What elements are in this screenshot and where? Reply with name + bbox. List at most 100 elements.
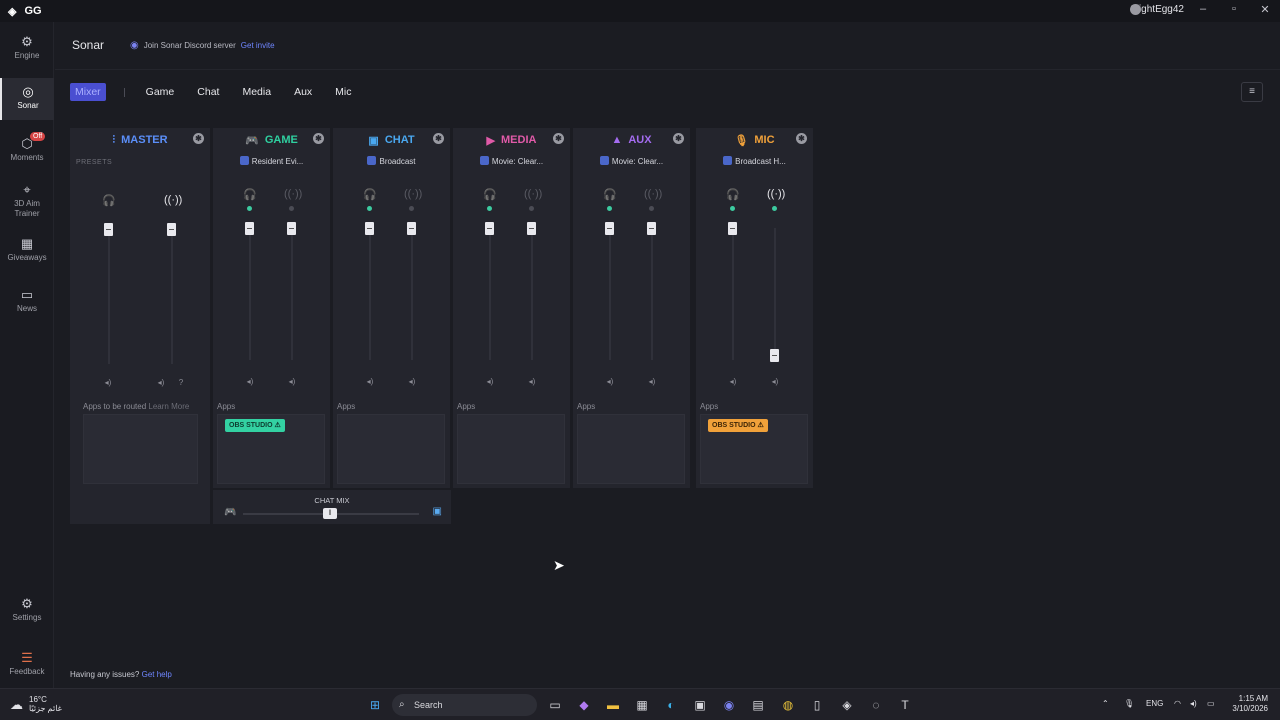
chat-monitor-slider-knob[interactable] — [365, 222, 374, 235]
apps-drop-zone[interactable] — [457, 414, 565, 484]
get-help-link[interactable]: Get help — [142, 670, 172, 679]
tab-chat[interactable]: Chat — [197, 86, 219, 98]
aux-settings-gear-icon[interactable]: ✱ — [673, 133, 684, 144]
language-indicator[interactable]: ENG — [1146, 699, 1163, 708]
chevron-up-icon[interactable]: ⌃ — [1102, 699, 1109, 708]
mic-stream-slider-track[interactable] — [774, 228, 776, 360]
weather-widget[interactable]: ☁ 16°C غائم جزئيًا — [10, 695, 62, 713]
speaker-icon[interactable]: ◂) — [365, 377, 375, 386]
app-icon[interactable]: ▤ — [749, 697, 767, 713]
discord-icon[interactable]: ◉ — [720, 697, 738, 713]
sidebar-item-giveaways[interactable]: ▦ Giveaways — [0, 236, 54, 263]
speaker-icon[interactable]: ◂) — [605, 377, 615, 386]
game-monitor-slider-knob[interactable] — [245, 222, 254, 235]
master-stream-slider-knob[interactable] — [167, 223, 176, 236]
close-button[interactable]: ✕ — [1255, 3, 1275, 16]
tab-mixer[interactable]: Mixer — [70, 83, 106, 101]
sidebar-item-engine[interactable]: ⚙ Engine — [0, 34, 54, 61]
windows-start-icon[interactable]: ⊞ — [366, 697, 384, 713]
mic-stream-slider-knob[interactable] — [770, 349, 779, 362]
aux-stream-slider-track[interactable] — [651, 228, 653, 360]
obs-studio-chip[interactable]: OBS STUDIO ⚠ — [225, 419, 285, 432]
game-monitor-slider-track[interactable] — [249, 228, 251, 360]
speaker-icon[interactable]: ◂) — [103, 378, 113, 387]
media-settings-gear-icon[interactable]: ✱ — [553, 133, 564, 144]
sidebar-item-sonar[interactable]: ◎ Sonar — [0, 78, 54, 120]
volume-icon[interactable]: ◂) — [1190, 699, 1197, 708]
media-device-select[interactable]: Movie: Clear... — [453, 156, 570, 166]
mic-settings-gear-icon[interactable]: ✱ — [796, 133, 807, 144]
speaker-icon[interactable]: ◂) — [485, 377, 495, 386]
game-device-select[interactable]: Resident Evi... — [213, 156, 330, 166]
chrome-icon[interactable]: ◍ — [779, 697, 797, 713]
media-monitor-slider-track[interactable] — [489, 228, 491, 360]
media-monitor-slider-knob[interactable] — [485, 222, 494, 235]
speaker-icon[interactable]: ◂) — [287, 377, 297, 386]
sidebar-item-moments[interactable]: Off ⬡ Moments — [0, 132, 54, 163]
mic-monitor-slider-knob[interactable] — [728, 222, 737, 235]
mic-device-select[interactable]: Broadcast H... — [696, 156, 813, 166]
task-view-icon[interactable]: ▭ — [546, 697, 564, 713]
sidebar-item-aim-trainer[interactable]: ⌖ 3D Aim Trainer — [0, 182, 54, 219]
menu-icon[interactable]: ◈ — [8, 5, 16, 18]
chat-device-select[interactable]: Broadcast — [333, 156, 450, 166]
learn-more-link[interactable]: Learn More — [148, 402, 189, 411]
copilot-icon[interactable]: ◆ — [575, 697, 593, 713]
game-settings-gear-icon[interactable]: ✱ — [313, 133, 324, 144]
wifi-icon[interactable]: ◠ — [1174, 699, 1181, 708]
media-stream-slider-track[interactable] — [531, 228, 533, 360]
tab-mic[interactable]: Mic — [335, 86, 351, 98]
chat-settings-gear-icon[interactable]: ✱ — [433, 133, 444, 144]
document-icon[interactable]: ▯ — [808, 697, 826, 713]
battery-icon[interactable]: ▭ — [1207, 699, 1215, 708]
mic-monitor-slider-track[interactable] — [732, 228, 734, 360]
app-icon[interactable]: T — [896, 697, 914, 713]
master-settings-gear-icon[interactable]: ✱ — [193, 133, 204, 144]
speaker-icon[interactable]: ◂) — [647, 377, 657, 386]
aux-monitor-slider-track[interactable] — [609, 228, 611, 360]
master-stream-slider-track[interactable] — [171, 228, 173, 364]
app-icon[interactable]: ▣ — [691, 697, 709, 713]
app-icon[interactable]: ◌ — [867, 697, 885, 713]
sidebar-item-news[interactable]: ▭ News — [0, 287, 54, 314]
chat-monitor-slider-track[interactable] — [369, 228, 371, 360]
microphone-icon[interactable]: 🎙 — [1124, 699, 1134, 708]
headset-icon[interactable]: ? — [176, 378, 186, 387]
game-stream-slider-knob[interactable] — [287, 222, 296, 235]
minimize-button[interactable]: – — [1193, 3, 1213, 15]
speaker-icon[interactable]: ◂) — [407, 377, 417, 386]
store-icon[interactable]: ▦ — [633, 697, 651, 713]
taskbar-search[interactable]: ⌕ Search — [392, 694, 537, 716]
speaker-icon[interactable]: ◂) — [728, 377, 738, 386]
speaker-icon[interactable]: ◂) — [245, 377, 255, 386]
master-monitor-slider-track[interactable] — [108, 228, 110, 364]
speaker-icon[interactable]: ◂) — [156, 378, 166, 387]
get-invite-link[interactable]: Get invite — [241, 41, 275, 50]
aux-stream-slider-knob[interactable] — [647, 222, 656, 235]
sidebar-item-feedback[interactable]: ☰ Feedback — [0, 650, 54, 677]
hamburger-menu-button[interactable]: ≡ — [1241, 82, 1263, 102]
clock[interactable]: 1:15 AM 3/10/2026 — [1226, 694, 1268, 714]
sidebar-item-settings[interactable]: ⚙ Settings — [0, 596, 54, 623]
file-explorer-icon[interactable]: ▬ — [604, 697, 622, 713]
speaker-icon[interactable]: ◂) — [527, 377, 537, 386]
tab-aux[interactable]: Aux — [294, 86, 312, 98]
master-monitor-slider-knob[interactable] — [104, 223, 113, 236]
tab-media[interactable]: Media — [242, 86, 271, 98]
apps-drop-zone[interactable] — [83, 414, 198, 484]
obs-studio-chip[interactable]: OBS STUDIO ⚠ — [708, 419, 768, 432]
maximize-button[interactable]: ▫ — [1224, 3, 1244, 15]
media-stream-slider-knob[interactable] — [527, 222, 536, 235]
chat-mix-slider-knob[interactable]: ‖ — [323, 508, 337, 519]
tab-game[interactable]: Game — [146, 86, 175, 98]
aux-monitor-slider-knob[interactable] — [605, 222, 614, 235]
user-profile[interactable]: SlightEgg42 — [1130, 4, 1184, 15]
edge-icon[interactable]: ◐ — [662, 697, 680, 713]
apps-drop-zone[interactable] — [337, 414, 445, 484]
apps-drop-zone[interactable] — [577, 414, 685, 484]
aux-device-select[interactable]: Movie: Clear... — [573, 156, 690, 166]
speaker-icon[interactable]: ◂) — [770, 377, 780, 386]
chat-stream-slider-track[interactable] — [411, 228, 413, 360]
chat-stream-slider-knob[interactable] — [407, 222, 416, 235]
game-stream-slider-track[interactable] — [291, 228, 293, 360]
